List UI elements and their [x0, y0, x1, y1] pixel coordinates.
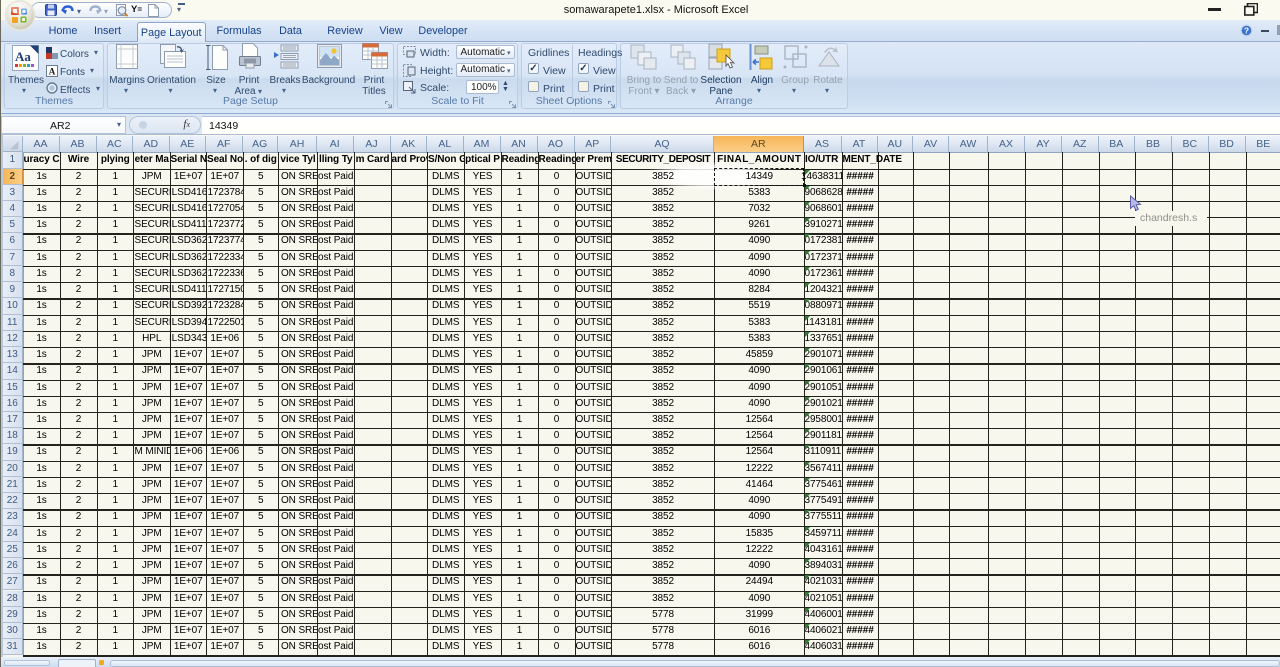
svg-text:Aa: Aa — [15, 49, 31, 64]
svg-text:?: ? — [1244, 26, 1249, 36]
svg-text:A: A — [49, 66, 56, 76]
